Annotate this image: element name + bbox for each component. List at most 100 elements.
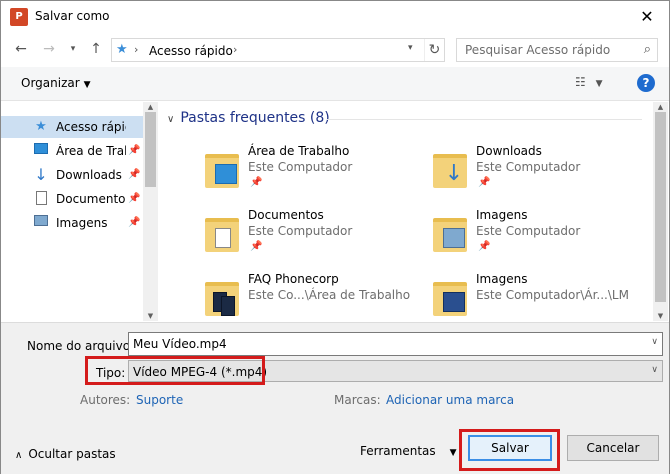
organize-label: Organizar (21, 76, 80, 90)
pin-icon[interactable]: 📌 (250, 241, 262, 252)
frequent-folders-header[interactable]: ∨ Pastas frequentes (8) (167, 110, 330, 126)
sidebar-item-label: Acesso rápido (56, 120, 126, 134)
sidebar-item-label: Downloads (56, 168, 122, 182)
file-type-label: Tipo: (96, 366, 126, 380)
folder-location: Este Computador\Ár...\LM (476, 288, 629, 302)
breadcrumb-separator-icon[interactable]: › (233, 43, 237, 56)
filename-field[interactable]: ∨ (128, 332, 663, 356)
content-scrollbar[interactable]: ▲ ▼ (653, 102, 668, 321)
folder-name: FAQ Phonecorp (248, 272, 339, 286)
folder-name: Imagens (476, 208, 528, 222)
folder-tile-documents[interactable]: Documentos Este Computador 📌 (203, 206, 423, 266)
sidebar-item-pictures[interactable]: Imagens 📌 (1, 212, 143, 234)
pin-icon[interactable]: 📌 (128, 193, 140, 204)
window-title: Salvar como (35, 9, 110, 23)
images-folder-icon (431, 274, 467, 318)
sidebar-item-label: Área de Trabalho (56, 144, 126, 158)
tools-menu-button[interactable]: Ferramentas ▼ (360, 444, 457, 458)
sidebar-item-quick-access[interactable]: ★ Acesso rápido (1, 116, 143, 138)
hide-folders-button[interactable]: ∧ Ocultar pastas (15, 447, 116, 461)
powerpoint-icon: P (10, 8, 28, 26)
forward-arrow-icon[interactable]: → (39, 39, 59, 59)
desktop-icon (33, 143, 49, 159)
folder-name: Imagens (476, 272, 528, 286)
back-arrow-icon[interactable]: ← (11, 39, 31, 59)
desktop-folder-icon (203, 146, 239, 190)
chevron-down-icon: ∨ (167, 114, 175, 125)
navigation-pane: ★ Acesso rápido Área de Trabalho 📌 ↓ Dow… (1, 102, 158, 321)
view-details-icon: ☷ (575, 75, 586, 89)
tags-label: Marcas: (334, 393, 381, 407)
pin-icon[interactable]: 📌 (128, 169, 140, 180)
star-icon: ★ (35, 119, 47, 134)
folder-tile-desktop[interactable]: Área de Trabalho Este Computador 📌 (203, 142, 423, 202)
documents-folder-icon (203, 210, 239, 254)
sidebar-item-downloads[interactable]: ↓ Downloads 📌 (1, 164, 143, 186)
sidebar-scrollbar[interactable]: ▲ ▼ (143, 102, 158, 321)
cancel-button[interactable]: Cancelar (567, 435, 659, 461)
change-view-button[interactable]: ☷ ▼ (575, 75, 611, 93)
chevron-down-icon: ▼ (595, 79, 603, 89)
breadcrumb-quick-access[interactable]: Acesso rápido (149, 44, 233, 58)
address-bar[interactable]: ★ › Acesso rápido › ▾ ↻ (111, 38, 445, 62)
scroll-down-icon[interactable]: ▼ (143, 311, 158, 321)
pin-icon[interactable]: 📌 (250, 177, 262, 188)
chevron-down-icon[interactable]: ∨ (651, 337, 658, 347)
organize-menu-button[interactable]: Organizar ▼ (21, 76, 91, 90)
chevron-down-icon: ▼ (449, 448, 457, 458)
folder-tile-downloads[interactable]: ↓ Downloads Este Computador 📌 (431, 142, 651, 202)
command-toolbar: Organizar ▼ ☷ ▼ ? (1, 67, 669, 101)
chevron-down-icon: ▼ (83, 80, 91, 90)
folder-tile-images-lm[interactable]: Imagens Este Computador\Ár...\LM (431, 270, 651, 321)
sidebar-item-label: Imagens (56, 216, 108, 230)
folder-name: Área de Trabalho (248, 144, 350, 158)
download-icon: ↓ (34, 165, 48, 184)
folder-location: Este Computador (476, 224, 581, 238)
folder-location: Este Computador (248, 224, 353, 238)
folder-name: Downloads (476, 144, 542, 158)
search-input[interactable] (459, 41, 629, 59)
close-button[interactable]: ✕ (637, 7, 657, 27)
search-box[interactable]: ⌕ (456, 38, 658, 62)
sidebar-item-label: Documentos (56, 192, 126, 206)
search-icon[interactable]: ⌕ (644, 42, 651, 57)
scroll-down-icon[interactable]: ▼ (653, 311, 668, 321)
recent-locations-chevron-icon[interactable]: ▾ (63, 39, 83, 59)
scroll-up-icon[interactable]: ▲ (143, 102, 158, 112)
help-icon[interactable]: ? (637, 74, 655, 92)
folder-tile-faq-phonecorp[interactable]: FAQ Phonecorp Este Co...\Área de Trabalh… (203, 270, 423, 321)
chevron-up-icon: ∧ (15, 450, 23, 461)
tools-label: Ferramentas (360, 444, 436, 458)
pin-icon[interactable]: 📌 (128, 217, 140, 228)
chevron-down-icon[interactable]: ∨ (651, 365, 658, 375)
scroll-thumb[interactable] (655, 112, 666, 302)
save-as-dialog: P Salvar como ✕ ← → ▾ ↑ ★ › Acesso rápid… (0, 0, 670, 474)
group-divider (327, 119, 642, 120)
filename-label: Nome do arquivo: (27, 339, 135, 353)
scroll-thumb[interactable] (145, 112, 156, 187)
navigation-bar: ← → ▾ ↑ ★ › Acesso rápido › ▾ ↻ ⌕ (1, 35, 669, 63)
up-arrow-icon[interactable]: ↑ (86, 39, 106, 59)
faq-folder-icon (203, 274, 239, 318)
pin-icon[interactable]: 📌 (478, 241, 490, 252)
folder-name: Documentos (248, 208, 324, 222)
downloads-folder-icon: ↓ (431, 146, 467, 190)
sidebar-item-documents[interactable]: Documentos 📌 (1, 188, 143, 210)
authors-label: Autores: (80, 393, 131, 407)
address-dropdown-icon[interactable]: ▾ (408, 43, 422, 53)
filename-input[interactable] (131, 335, 631, 353)
save-button[interactable]: Salvar (468, 435, 552, 461)
refresh-icon[interactable]: ↻ (424, 39, 444, 61)
hide-folders-label: Ocultar pastas (28, 447, 116, 461)
quick-access-star-icon: ★ (116, 42, 128, 57)
scroll-up-icon[interactable]: ▲ (653, 102, 668, 112)
authors-value[interactable]: Suporte (136, 393, 183, 407)
breadcrumb-separator-icon[interactable]: › (134, 43, 138, 56)
pin-icon[interactable]: 📌 (478, 177, 490, 188)
add-tag-link[interactable]: Adicionar uma marca (386, 393, 514, 407)
sidebar-item-desktop[interactable]: Área de Trabalho 📌 (1, 140, 143, 162)
folder-tile-pictures[interactable]: Imagens Este Computador 📌 (431, 206, 651, 266)
pin-icon[interactable]: 📌 (128, 145, 140, 156)
image-icon (33, 215, 49, 231)
pictures-folder-icon (431, 210, 467, 254)
